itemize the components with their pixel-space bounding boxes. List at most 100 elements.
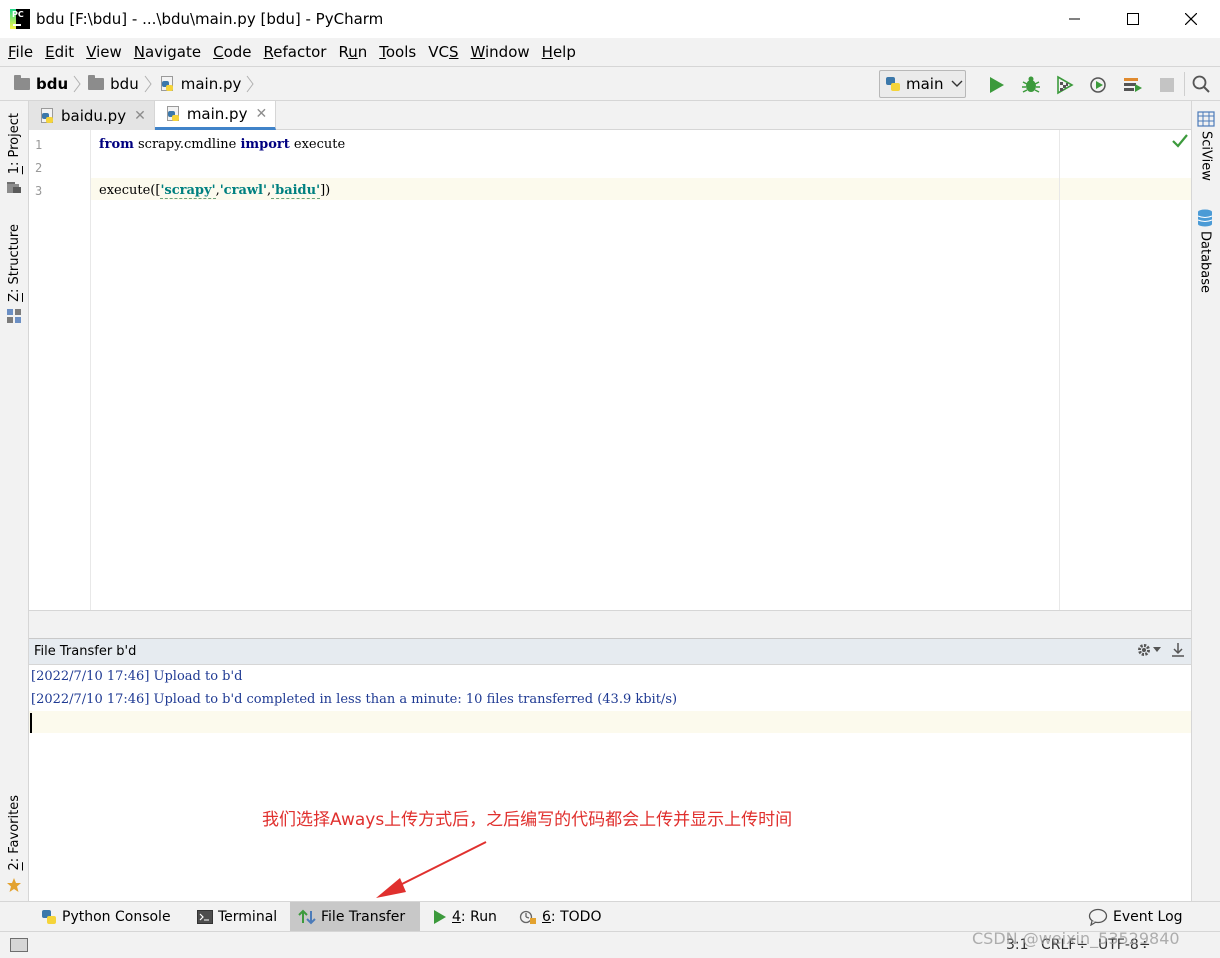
breadcrumb-file-label: main.py — [180, 74, 242, 93]
window-title: bdu [F:\bdu] - ...\bdu\main.py [bdu] - P… — [36, 10, 384, 28]
file-transfer-label: File Transfer — [321, 909, 406, 925]
concurrency-icon — [1124, 77, 1142, 92]
menu-run[interactable]: Run — [332, 38, 373, 66]
minimize-icon — [1069, 18, 1080, 20]
file-transfer-header: File Transfer b'd — [29, 638, 1191, 665]
python-file-icon — [39, 107, 55, 124]
run-configuration-select[interactable]: main — [879, 70, 966, 98]
breadcrumb-folder[interactable]: bdu — [88, 66, 139, 101]
python-console-tab[interactable]: Python Console — [33, 902, 179, 932]
event-log-label: Event Log — [1113, 909, 1183, 925]
menu-navigate[interactable]: Navigate — [128, 38, 207, 66]
coverage-icon — [1057, 75, 1074, 94]
menu-code[interactable]: Code — [207, 38, 257, 66]
project-tool-tab[interactable]: 1: Project — [6, 113, 22, 194]
maximize-button[interactable] — [1104, 0, 1162, 38]
editor-bottom-area — [29, 610, 1191, 638]
editor-tab-label: baidu.py — [61, 106, 127, 125]
annotation-arrow-icon — [376, 841, 487, 898]
settings-button[interactable] — [1136, 642, 1161, 658]
current-line-highlight — [29, 711, 1191, 733]
debug-button[interactable] — [1014, 67, 1048, 102]
favorites-tool-label: 2: Favorites — [6, 795, 22, 871]
annotation-text: 我们选择Aways上传方式后，之后编写的代码都会上传并显示上传时间 — [262, 810, 793, 830]
line-number-gutter[interactable]: 1 2 3 — [29, 130, 91, 610]
watermark-text: CSDN @weixin_53529840 — [972, 929, 1180, 948]
event-log-tab[interactable]: Event Log — [1080, 902, 1191, 932]
editor-tab-label: main.py — [186, 105, 248, 123]
file-transfer-console[interactable]: [2022/7/10 17:46] Upload to b'd [2022/7/… — [29, 665, 1191, 901]
profile-button[interactable] — [1082, 67, 1116, 102]
chevron-right-icon — [246, 75, 254, 92]
menu-file[interactable]: File — [2, 38, 39, 66]
run-tool-tab[interactable]: 4: Run — [425, 902, 505, 932]
project-tool-label: 1: Project — [6, 113, 22, 175]
code-line-3: execute(['scrapy','crawl','baidu']) — [99, 183, 331, 199]
python-file-icon — [165, 106, 181, 122]
title-bar: PC bdu [F:\bdu] - ...\bdu\main.py [bdu] … — [0, 0, 1220, 38]
python-icon — [42, 910, 56, 924]
line-number: 3 — [35, 184, 43, 198]
file-transfer-icon — [298, 909, 316, 925]
bottom-tool-bar: Python Console Terminal File Transfer 4:… — [0, 901, 1220, 932]
menu-window[interactable]: Window — [464, 38, 535, 66]
run-tool-label: 4: Run — [452, 909, 497, 925]
navigation-bar: bdu bdu main.py main — [0, 66, 1220, 101]
inspection-status[interactable] — [1172, 134, 1188, 152]
concurrency-diagram-button[interactable] — [1116, 67, 1150, 102]
python-console-label: Python Console — [62, 909, 171, 925]
breadcrumb-folder-label: bdu — [110, 74, 139, 93]
menu-refactor[interactable]: Refactor — [258, 38, 333, 66]
favorites-tool-tab[interactable]: 2: Favorites — [6, 795, 22, 893]
right-margin-guide — [1059, 130, 1060, 610]
log-line: [2022/7/10 17:46] Upload to b'd complete… — [31, 692, 678, 707]
menu-help[interactable]: Help — [536, 38, 582, 66]
terminal-tab[interactable]: Terminal — [189, 902, 285, 932]
file-transfer-tab[interactable]: File Transfer — [290, 902, 420, 932]
checkmark-icon — [1172, 134, 1188, 148]
right-tool-stripe: SciView Database — [1191, 101, 1220, 901]
sciview-tool-label: SciView — [1198, 131, 1214, 181]
hide-panel-icon — [1172, 643, 1184, 657]
left-tool-stripe: 1: Project Z: Structure 2: Favorites — [0, 101, 29, 901]
search-everywhere-button[interactable] — [1192, 75, 1210, 97]
database-icon — [1197, 209, 1213, 227]
editor-tab-main-py[interactable]: main.py ✕ — [154, 101, 277, 130]
toggle-tool-windows-button[interactable] — [10, 938, 28, 952]
run-with-coverage-button[interactable] — [1048, 67, 1082, 102]
database-tool-tab[interactable]: Database — [1197, 209, 1213, 293]
breadcrumb-file[interactable]: main.py — [159, 66, 242, 101]
hide-button[interactable] — [1171, 642, 1185, 658]
menu-vcs[interactable]: VCS — [422, 38, 464, 66]
line-number: 1 — [35, 138, 43, 152]
menu-view[interactable]: View — [80, 38, 128, 66]
todo-tab[interactable]: 6: TODO — [511, 902, 609, 932]
editor-tab-bar: baidu.py ✕ main.py ✕ — [29, 101, 1191, 130]
sciview-tool-tab[interactable]: SciView — [1197, 111, 1215, 181]
sciview-table-icon — [1197, 111, 1215, 127]
minimize-button[interactable] — [1046, 0, 1104, 38]
close-window-button[interactable] — [1162, 0, 1220, 38]
project-folder-icon — [7, 182, 21, 194]
chevron-down-icon — [951, 80, 963, 87]
chevron-right-icon — [73, 75, 81, 92]
menu-edit[interactable]: Edit — [39, 38, 80, 66]
todo-icon — [519, 910, 536, 924]
gear-icon — [1138, 644, 1150, 656]
code-line-1: from scrapy.cmdline import execute — [99, 137, 346, 152]
chevron-right-icon — [144, 75, 152, 92]
structure-tool-tab[interactable]: Z: Structure — [6, 224, 22, 324]
close-tab-icon[interactable]: ✕ — [134, 108, 146, 124]
menu-tools[interactable]: Tools — [373, 38, 422, 66]
play-icon — [990, 76, 1004, 93]
code-editor[interactable]: 1 2 3 from scrapy.cmdline import execute… — [29, 130, 1191, 610]
toolbar-divider — [1184, 72, 1185, 96]
close-tab-icon[interactable]: ✕ — [255, 106, 267, 122]
editor-tab-baidu-py[interactable]: baidu.py ✕ — [29, 101, 155, 130]
stop-button[interactable] — [1150, 67, 1184, 102]
folder-icon — [88, 74, 105, 90]
breadcrumb-project[interactable]: bdu — [14, 66, 68, 101]
database-tool-label: Database — [1197, 231, 1213, 294]
run-button[interactable] — [980, 67, 1014, 102]
menu-bar: File Edit View Navigate Code Refactor Ru… — [0, 38, 1220, 66]
